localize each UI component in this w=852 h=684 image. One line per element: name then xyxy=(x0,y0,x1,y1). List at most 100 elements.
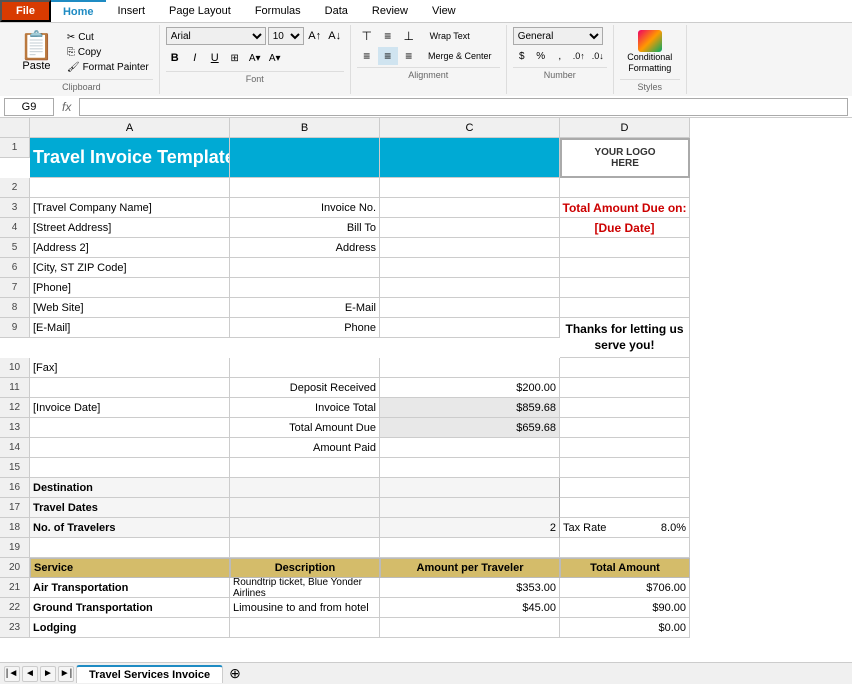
cell-7a[interactable]: [Phone] xyxy=(30,278,230,298)
cell-18c[interactable]: 2 xyxy=(380,518,560,538)
due-date-cell[interactable]: [Due Date] xyxy=(560,218,690,238)
increase-font-btn[interactable]: A↑ xyxy=(306,27,324,45)
cell-17d[interactable] xyxy=(560,498,690,518)
cell-19a[interactable] xyxy=(30,538,230,558)
cell-10b[interactable] xyxy=(230,358,380,378)
cell-19d[interactable] xyxy=(560,538,690,558)
cell-2b[interactable] xyxy=(230,178,380,198)
cell-3c[interactable] xyxy=(380,198,560,218)
formula-input[interactable] xyxy=(79,98,848,116)
cell-18b[interactable] xyxy=(230,518,380,538)
cell-16c[interactable] xyxy=(380,478,560,498)
file-tab[interactable]: File xyxy=(0,0,51,22)
cell-10a[interactable]: [Fax] xyxy=(30,358,230,378)
fill-color-button[interactable]: A▾ xyxy=(246,49,264,67)
cell-22a[interactable]: Ground Transportation xyxy=(30,598,230,618)
cell-18a[interactable]: No. of Travelers xyxy=(30,518,230,538)
align-bottom-btn[interactable]: ⊥ xyxy=(399,27,419,45)
cell-2d[interactable] xyxy=(560,178,690,198)
currency-btn[interactable]: $ xyxy=(513,47,531,65)
cell-23d[interactable]: $0.00 xyxy=(560,618,690,638)
align-center-btn[interactable]: ≡ xyxy=(378,47,398,65)
cell-15a[interactable] xyxy=(30,458,230,478)
cell-8c[interactable] xyxy=(380,298,560,318)
paste-button[interactable]: 📋 Paste xyxy=(10,27,63,77)
cut-button[interactable]: ✂ Cut xyxy=(63,30,153,45)
cell-20a[interactable]: Service xyxy=(30,558,230,578)
cell-21b[interactable]: Roundtrip ticket, Blue Yonder Airlines xyxy=(230,578,380,598)
wrap-text-btn[interactable]: Wrap Text xyxy=(420,27,480,45)
cell-22b[interactable]: Limousine to and from hotel xyxy=(230,598,380,618)
sheet-nav-next[interactable]: ► xyxy=(40,666,56,682)
cell-13a[interactable] xyxy=(30,418,230,438)
cell-4b[interactable]: Bill To xyxy=(230,218,380,238)
bold-button[interactable]: B xyxy=(166,49,184,67)
cell-16b[interactable] xyxy=(230,478,380,498)
tab-view[interactable]: View xyxy=(420,0,468,22)
cell-6d[interactable] xyxy=(560,258,690,278)
font-size-select[interactable]: 10 xyxy=(268,27,304,45)
align-top-btn[interactable]: ⊤ xyxy=(357,27,377,45)
cell-13c[interactable]: $659.68 xyxy=(380,418,560,438)
sheet-nav-first[interactable]: |◄ xyxy=(4,666,20,682)
cell-15c[interactable] xyxy=(380,458,560,478)
cell-4a[interactable]: [Street Address] xyxy=(30,218,230,238)
cell-10d[interactable] xyxy=(560,358,690,378)
cell-15d[interactable] xyxy=(560,458,690,478)
cell-6c[interactable] xyxy=(380,258,560,278)
cell-11a[interactable] xyxy=(30,378,230,398)
cell-20d[interactable]: Total Amount xyxy=(560,558,690,578)
cell-11d[interactable] xyxy=(560,378,690,398)
col-header-b[interactable]: B xyxy=(230,118,380,138)
cell-14d[interactable] xyxy=(560,438,690,458)
cell-12a[interactable]: [Invoice Date] xyxy=(30,398,230,418)
cell-8a[interactable]: [Web Site] xyxy=(30,298,230,318)
sheet-nav-last[interactable]: ►| xyxy=(58,666,74,682)
conditional-formatting-button[interactable]: ConditionalFormatting xyxy=(620,27,680,77)
sheet-nav-prev[interactable]: ◄ xyxy=(22,666,38,682)
cell-6b[interactable] xyxy=(230,258,380,278)
cell-23b[interactable] xyxy=(230,618,380,638)
cell-5c[interactable] xyxy=(380,238,560,258)
cell-7b[interactable] xyxy=(230,278,380,298)
align-middle-btn[interactable]: ≡ xyxy=(378,27,398,45)
cell-9b[interactable]: Phone xyxy=(230,318,380,338)
font-name-select[interactable]: Arial xyxy=(166,27,266,45)
comma-btn[interactable]: , xyxy=(551,47,569,65)
tab-home[interactable]: Home xyxy=(51,0,106,22)
cell-7c[interactable] xyxy=(380,278,560,298)
cell-5d[interactable] xyxy=(560,238,690,258)
title-cell[interactable]: Travel Invoice Template xyxy=(30,138,230,178)
cell-19c[interactable] xyxy=(380,538,560,558)
cell-16a[interactable]: Destination xyxy=(30,478,230,498)
logo-cell[interactable]: YOUR LOGOHERE xyxy=(560,138,690,178)
cell-12b[interactable]: Invoice Total xyxy=(230,398,380,418)
cell-14c[interactable] xyxy=(380,438,560,458)
cell-23a[interactable]: Lodging xyxy=(30,618,230,638)
tab-data[interactable]: Data xyxy=(313,0,360,22)
cell-8d[interactable] xyxy=(560,298,690,318)
add-sheet-icon[interactable]: ⊕ xyxy=(229,665,241,682)
cell-11c[interactable]: $200.00 xyxy=(380,378,560,398)
cell-8b[interactable]: E-Mail xyxy=(230,298,380,318)
thanks-cell[interactable]: Thanks for letting usserve you! xyxy=(560,318,690,358)
cell-reference-input[interactable]: G9 xyxy=(4,98,54,116)
format-painter-button[interactable]: 🖌 Format Painter xyxy=(63,60,153,75)
col-header-a[interactable]: A xyxy=(30,118,230,138)
cell-12d[interactable] xyxy=(560,398,690,418)
cell-1c[interactable] xyxy=(380,138,560,178)
number-format-select[interactable]: General xyxy=(513,27,603,45)
cell-5b[interactable]: Address xyxy=(230,238,380,258)
cell-20b[interactable]: Description xyxy=(230,558,380,578)
sheet-tab-travel[interactable]: Travel Services Invoice xyxy=(76,665,223,683)
font-color-button[interactable]: A▾ xyxy=(266,49,284,67)
cell-17b[interactable] xyxy=(230,498,380,518)
cell-22c[interactable]: $45.00 xyxy=(380,598,560,618)
cell-3a[interactable]: [Travel Company Name] xyxy=(30,198,230,218)
col-header-d[interactable]: D xyxy=(560,118,690,138)
cell-9a[interactable]: [E-Mail] xyxy=(30,318,230,338)
tab-formulas[interactable]: Formulas xyxy=(243,0,313,22)
cell-16d[interactable] xyxy=(560,478,690,498)
tab-insert[interactable]: Insert xyxy=(106,0,158,22)
cell-7d[interactable] xyxy=(560,278,690,298)
